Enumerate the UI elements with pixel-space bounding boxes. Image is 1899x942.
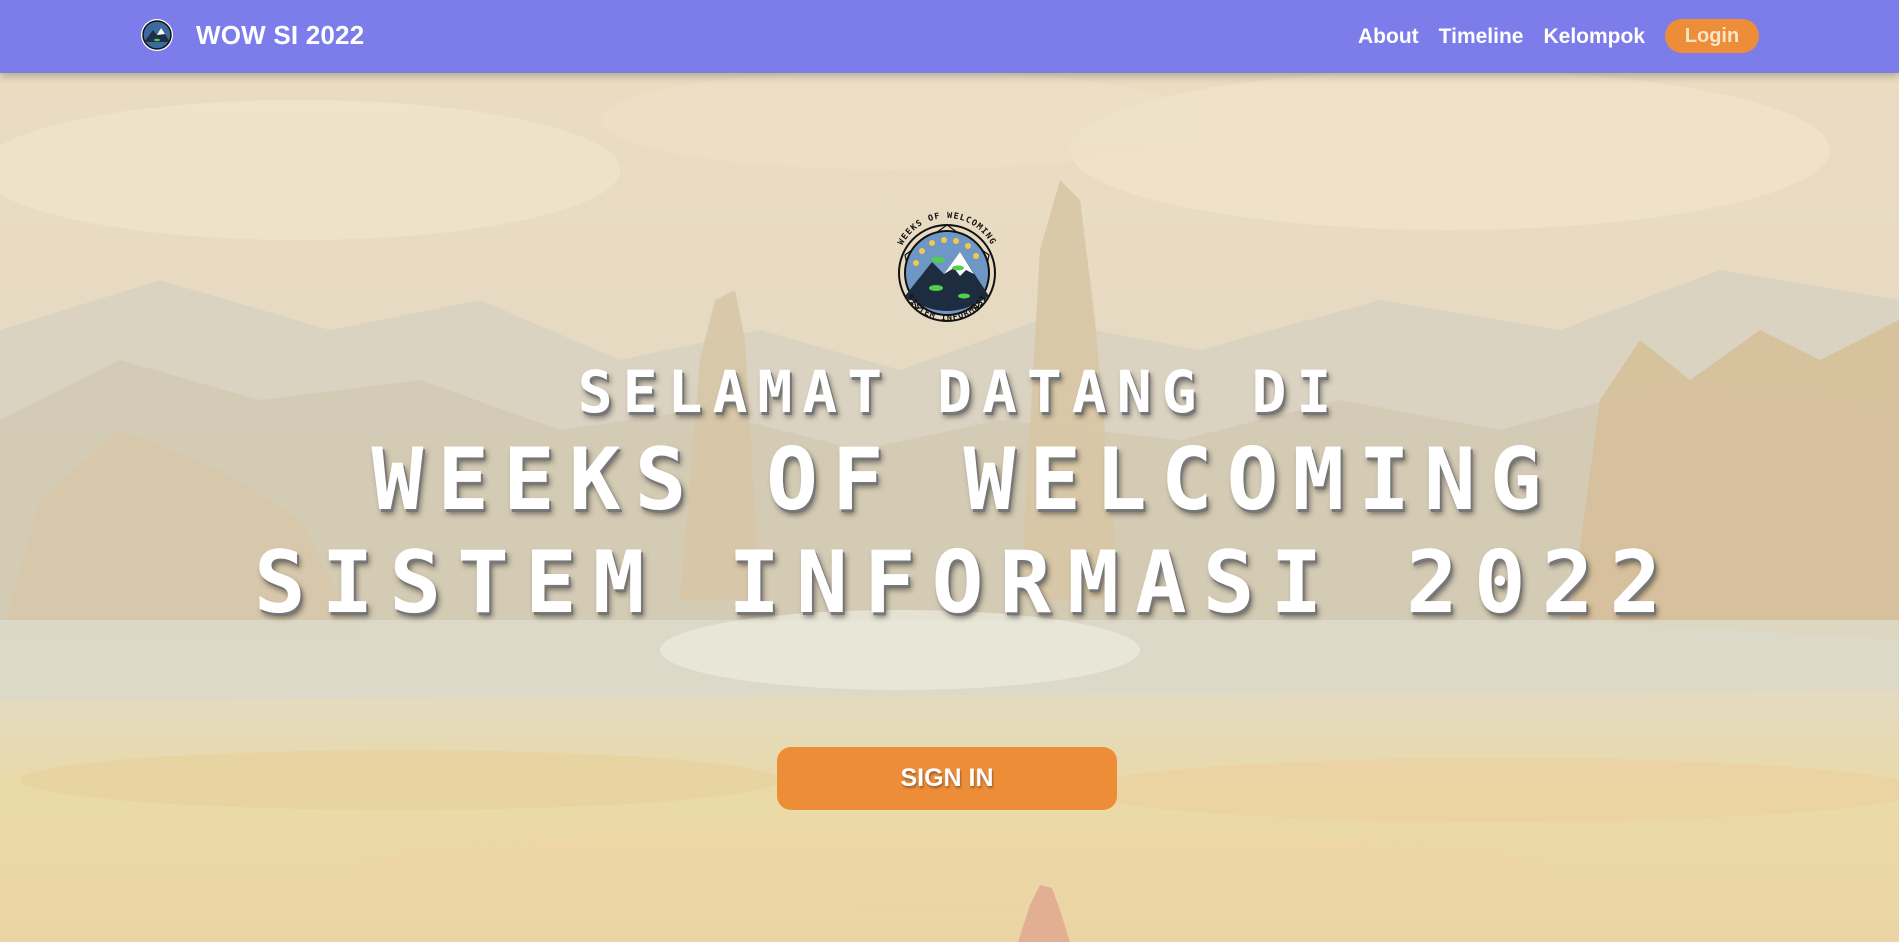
- hero-emblem-icon: WEEKS OF WELCOMING SISTEM INFORMASI: [896, 211, 997, 324]
- login-button[interactable]: Login: [1665, 19, 1759, 53]
- brand-title: WOW SI 2022: [196, 19, 365, 50]
- top-navbar: WOW SI 2022 About Timeline Kelompok Logi…: [0, 0, 1899, 73]
- main-title-line-1: WEEKS OF WELCOMING: [371, 430, 1556, 530]
- sign-in-button[interactable]: SIGN IN: [777, 747, 1117, 810]
- wow-si-emblem-icon: [141, 19, 173, 51]
- nav-link-kelompok[interactable]: Kelompok: [1543, 25, 1645, 49]
- nav-links: About Timeline Kelompok Login: [1338, 19, 1759, 53]
- nav-link-timeline[interactable]: Timeline: [1439, 25, 1524, 49]
- brand[interactable]: WOW SI 2022: [140, 18, 364, 52]
- nav-link-about[interactable]: About: [1358, 25, 1419, 49]
- welcome-heading: SELAMAT DATANG DI: [577, 358, 1342, 426]
- main-title-line-2: SISTEM INFORMASI 2022: [253, 533, 1678, 633]
